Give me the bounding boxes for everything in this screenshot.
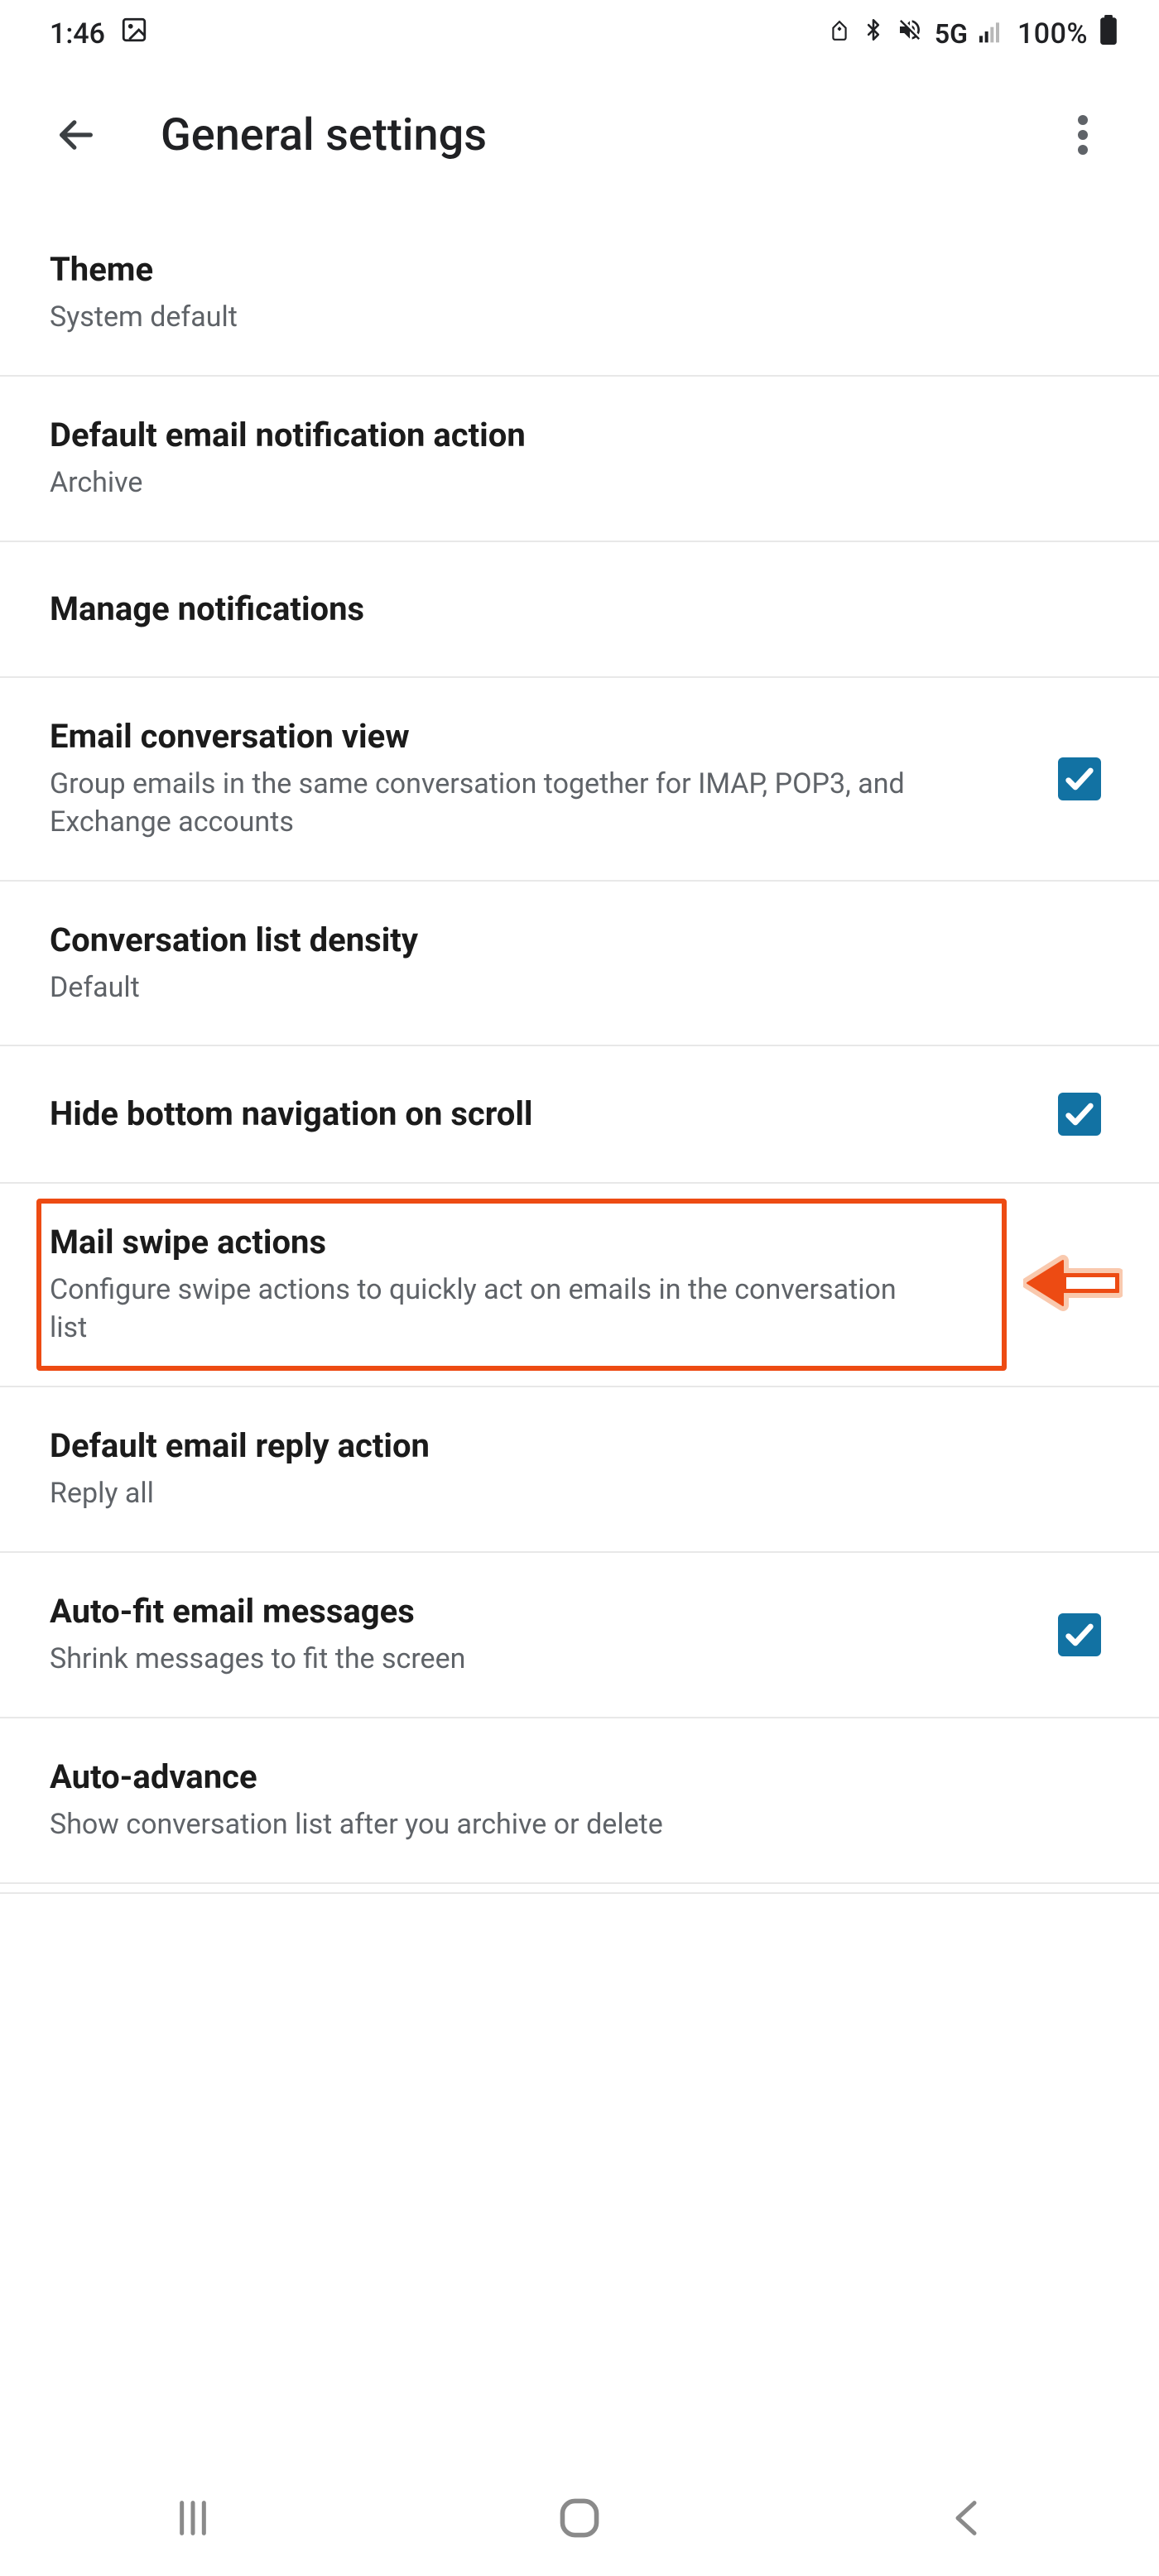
setting-subtitle: Show conversation list after you archive… bbox=[50, 1806, 927, 1844]
setting-theme[interactable]: Theme System default bbox=[0, 211, 1159, 377]
hide-bottom-nav-checkbox[interactable] bbox=[1058, 1093, 1101, 1136]
app-bar: General settings bbox=[0, 59, 1159, 211]
status-bar: 1:46 5G bbox=[0, 0, 1159, 59]
battery-saver-icon bbox=[829, 17, 850, 50]
setting-title: Default email notification action bbox=[50, 415, 1109, 456]
setting-title: Auto-fit email messages bbox=[50, 1591, 1033, 1632]
status-right: 5G 100% bbox=[829, 15, 1118, 52]
setting-manage-notifications[interactable]: Manage notifications bbox=[0, 542, 1159, 678]
setting-conversation-view[interactable]: Email conversation view Group emails in … bbox=[0, 678, 1159, 882]
nav-home-button[interactable] bbox=[530, 2485, 629, 2551]
settings-list: Theme System default Default email notif… bbox=[0, 211, 1159, 1894]
mute-icon bbox=[897, 17, 923, 50]
setting-title: Conversation list density bbox=[50, 920, 1109, 961]
auto-fit-checkbox[interactable] bbox=[1058, 1613, 1101, 1656]
setting-title: Auto-advance bbox=[50, 1757, 1109, 1798]
status-left: 1:46 bbox=[50, 16, 148, 51]
setting-title: Default email reply action bbox=[50, 1425, 1109, 1467]
setting-subtitle: Reply all bbox=[50, 1475, 927, 1513]
setting-hide-bottom-nav[interactable]: Hide bottom navigation on scroll bbox=[0, 1046, 1159, 1184]
setting-auto-fit[interactable]: Auto-fit email messages Shrink messages … bbox=[0, 1553, 1159, 1718]
setting-subtitle: Configure swipe actions to quickly act o… bbox=[50, 1271, 927, 1348]
setting-default-notification-action[interactable]: Default email notification action Archiv… bbox=[0, 377, 1159, 542]
chevron-left-icon bbox=[948, 2497, 984, 2539]
nav-back-button[interactable] bbox=[916, 2485, 1016, 2551]
battery-icon bbox=[1099, 15, 1118, 52]
conversation-view-checkbox[interactable] bbox=[1058, 757, 1101, 800]
setting-mail-swipe-actions-container: Mail swipe actions Configure swipe actio… bbox=[0, 1184, 1159, 1387]
list-continuation-indicator bbox=[0, 1884, 1159, 1894]
setting-subtitle: Shrink messages to fit the screen bbox=[50, 1641, 927, 1679]
setting-subtitle: System default bbox=[50, 299, 927, 337]
arrow-left-icon bbox=[55, 113, 98, 156]
more-vert-icon bbox=[1078, 115, 1088, 155]
check-icon bbox=[1063, 1098, 1096, 1131]
setting-default-reply-action[interactable]: Default email reply action Reply all bbox=[0, 1387, 1159, 1553]
setting-conversation-density[interactable]: Conversation list density Default bbox=[0, 882, 1159, 1047]
setting-title: Theme bbox=[50, 249, 1109, 291]
setting-title: Manage notifications bbox=[50, 589, 1109, 630]
network-type: 5G bbox=[935, 18, 968, 50]
bluetooth-icon bbox=[862, 16, 885, 51]
recents-icon bbox=[172, 2497, 214, 2539]
nav-recents-button[interactable] bbox=[143, 2485, 243, 2551]
check-icon bbox=[1063, 762, 1096, 795]
media-icon bbox=[120, 16, 148, 51]
setting-subtitle: Archive bbox=[50, 464, 927, 502]
setting-mail-swipe-actions[interactable]: Mail swipe actions Configure swipe actio… bbox=[0, 1184, 1159, 1386]
check-icon bbox=[1063, 1618, 1096, 1651]
system-nav-bar bbox=[0, 2460, 1159, 2576]
battery-percent: 100% bbox=[1017, 17, 1088, 50]
setting-auto-advance[interactable]: Auto-advance Show conversation list afte… bbox=[0, 1718, 1159, 1884]
setting-title: Hide bottom navigation on scroll bbox=[50, 1093, 1033, 1135]
setting-subtitle: Default bbox=[50, 969, 927, 1007]
setting-title: Mail swipe actions bbox=[50, 1222, 1109, 1263]
setting-title: Email conversation view bbox=[50, 716, 1033, 757]
status-time: 1:46 bbox=[50, 17, 105, 50]
home-icon bbox=[556, 2495, 603, 2541]
setting-subtitle: Group emails in the same conversation to… bbox=[50, 766, 927, 842]
signal-icon bbox=[979, 17, 1006, 50]
overflow-menu-button[interactable] bbox=[1056, 108, 1109, 161]
page-title: General settings bbox=[161, 109, 1056, 161]
back-button[interactable] bbox=[50, 108, 103, 161]
